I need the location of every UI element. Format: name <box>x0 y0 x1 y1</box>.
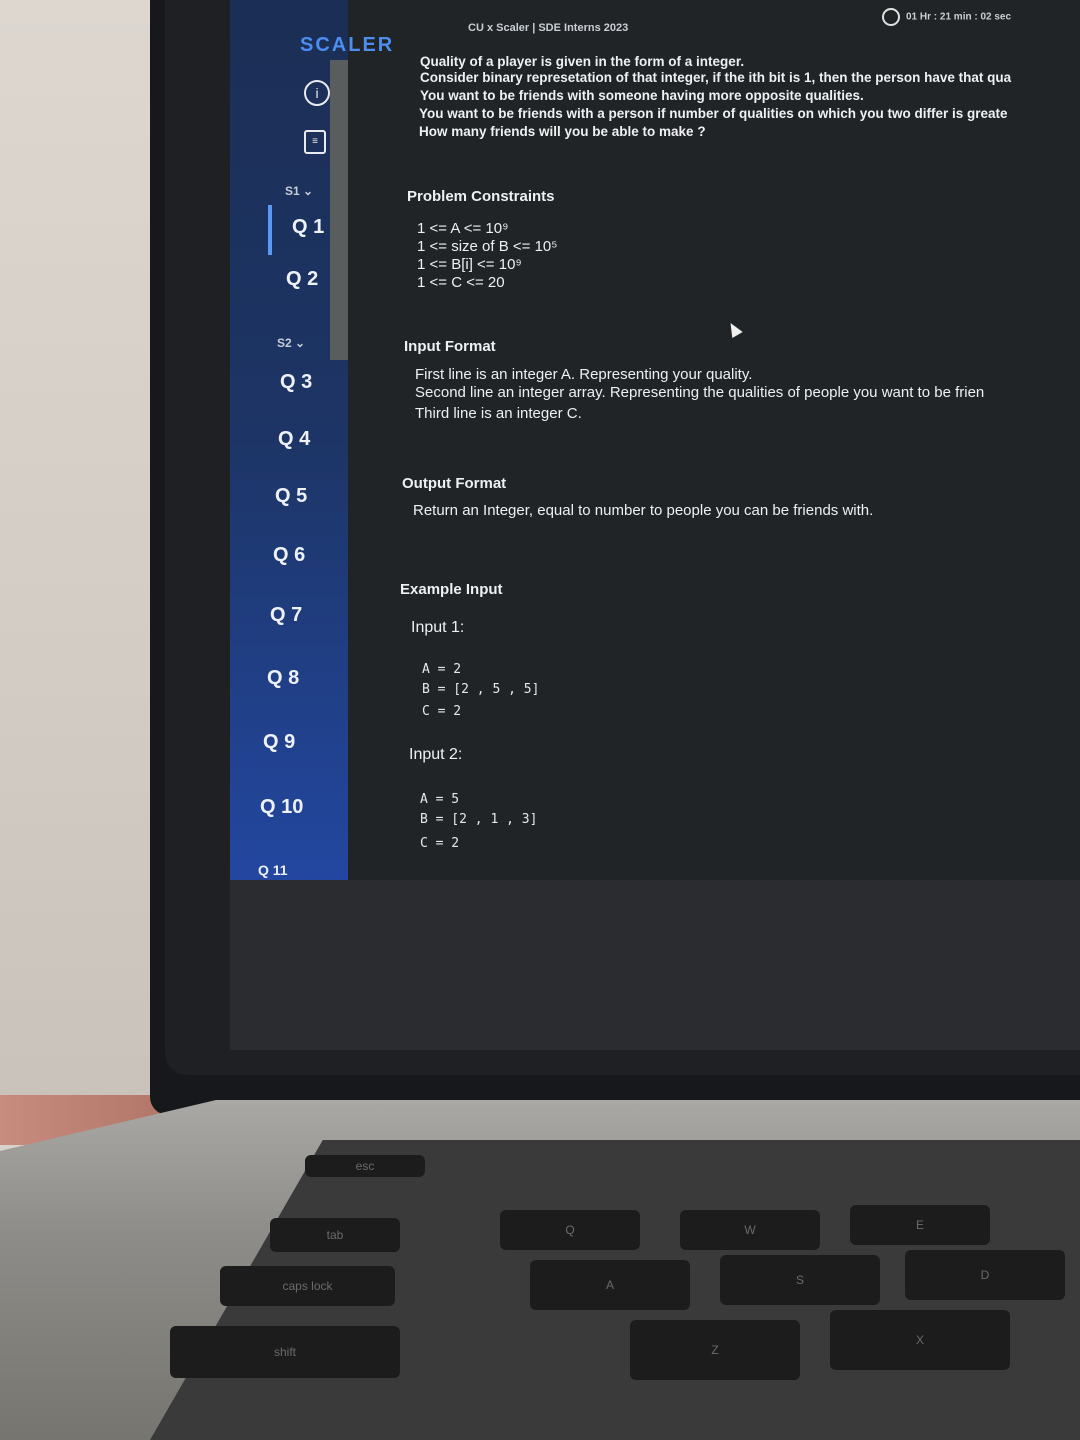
clock-icon <box>882 8 900 26</box>
sidebar-item-q3[interactable]: Q 3 <box>280 371 312 394</box>
section-label: S2 <box>277 336 292 350</box>
constraint-line: 1 <= size of B <= 10⁵ <box>417 238 558 255</box>
input2-label: Input 2: <box>409 746 463 763</box>
screen-bottom-bezel <box>230 870 1080 1050</box>
key-a[interactable]: A <box>530 1260 690 1310</box>
sidebar-item-q9[interactable]: Q 9 <box>263 731 295 754</box>
constraint-line: 1 <= C <= 20 <box>417 274 505 291</box>
input1-line: B = [2 , 5 , 5] <box>422 682 540 697</box>
output-format-line: Return an Integer, equal to number to pe… <box>413 502 874 519</box>
statement-line: You want to be friends with a person if … <box>419 106 1008 121</box>
key-caps-lock[interactable]: caps lock <box>220 1266 395 1306</box>
sidebar-item-q1[interactable]: Q 1 <box>292 216 324 239</box>
active-question-indicator <box>268 205 272 255</box>
key-x[interactable]: X <box>830 1310 1010 1370</box>
info-icon[interactable]: i <box>304 80 330 106</box>
constraint-line: 1 <= A <= 10⁹ <box>417 220 509 237</box>
key-s[interactable]: S <box>720 1255 880 1305</box>
statement-line: Quality of a player is given in the form… <box>420 54 745 69</box>
section-s2-toggle[interactable]: S2 ⌄ <box>277 336 305 350</box>
key-w[interactable]: W <box>680 1210 820 1250</box>
key-tab[interactable]: tab <box>270 1218 400 1252</box>
key-d[interactable]: D <box>905 1250 1065 1300</box>
contest-timer: 01 Hr : 21 min : 02 sec <box>882 8 1011 26</box>
input2-line: C = 2 <box>420 836 460 851</box>
input2-line: B = [2 , 1 , 3] <box>420 812 538 827</box>
input-format-heading: Input Format <box>404 338 496 355</box>
input-format-line: Third line is an integer C. <box>415 405 582 422</box>
input1-line: A = 2 <box>422 662 462 677</box>
sidebar-item-q8[interactable]: Q 8 <box>267 667 299 690</box>
input1-line: C = 2 <box>422 704 462 719</box>
notes-icon[interactable]: ≡ <box>304 130 326 154</box>
sidebar-item-q6[interactable]: Q 6 <box>273 544 305 567</box>
input-format-line: Second line an integer array. Representi… <box>415 384 985 401</box>
sidebar-item-q4[interactable]: Q 4 <box>278 428 310 451</box>
example-input-heading: Example Input <box>400 581 503 598</box>
sidebar-item-q2[interactable]: Q 2 <box>286 268 318 291</box>
output-format-heading: Output Format <box>402 475 507 492</box>
statement-line: You want to be friends with someone havi… <box>420 88 864 103</box>
chevron-down-icon: ⌄ <box>303 184 314 198</box>
section-label: S1 <box>285 184 300 198</box>
key-esc[interactable]: esc <box>305 1155 425 1177</box>
mouse-cursor-icon <box>725 319 743 339</box>
sidebar-item-q5[interactable]: Q 5 <box>275 485 307 508</box>
chevron-down-icon: ⌄ <box>295 336 306 350</box>
key-q[interactable]: Q <box>500 1210 640 1250</box>
brand-logo: SCALER <box>300 34 395 56</box>
statement-line: Consider binary represetation of that in… <box>420 70 1012 85</box>
question-sidebar: SCALER i ≡ S1 ⌄ Q 1 Q 2 S2 ⌄ Q 3 Q 4 Q 5… <box>230 0 392 880</box>
statement-line: How many friends will you be able to mak… <box>419 124 706 139</box>
key-shift[interactable]: shift <box>170 1326 400 1378</box>
sidebar-scrollbar[interactable] <box>330 60 348 360</box>
section-s1-toggle[interactable]: S1 ⌄ <box>285 184 313 198</box>
key-z[interactable]: Z <box>630 1320 800 1380</box>
sidebar-item-q10[interactable]: Q 10 <box>260 796 303 819</box>
sidebar-item-q7[interactable]: Q 7 <box>270 604 302 627</box>
sidebar-item-q11[interactable]: Q 11 <box>258 862 288 878</box>
constraint-line: 1 <= B[i] <= 10⁹ <box>417 256 522 273</box>
key-e[interactable]: E <box>850 1205 990 1245</box>
contest-title: CU x Scaler | SDE Interns 2023 <box>468 22 629 34</box>
input2-line: A = 5 <box>420 792 460 807</box>
input-format-line: First line is an integer A. Representing… <box>415 366 753 383</box>
timer-text: 01 Hr : 21 min : 02 sec <box>906 11 1012 23</box>
input1-label: Input 1: <box>411 619 465 636</box>
constraints-heading: Problem Constraints <box>407 188 555 205</box>
laptop-screen: SCALER i ≡ S1 ⌄ Q 1 Q 2 S2 ⌄ Q 3 Q 4 Q 5… <box>230 0 1080 880</box>
